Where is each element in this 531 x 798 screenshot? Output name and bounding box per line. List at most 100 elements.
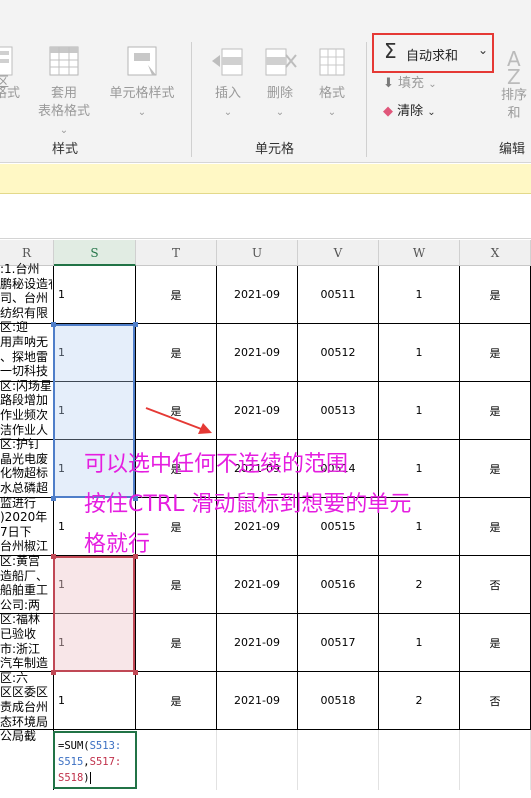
delete-cells-button[interactable]: 删除 ⌄ [258,45,302,122]
chevron-down-icon: ⌄ [59,125,69,136]
chevron-down-icon: ⌄ [223,107,233,118]
notification-bar [0,164,531,194]
cell-r-text-line: 、探地雷 [0,349,49,364]
cell-t[interactable]: 是 [136,672,217,730]
cell-r-text-line: 晶光电废 [0,451,49,466]
selection-handle[interactable] [51,496,56,501]
selection-handle[interactable] [51,670,56,675]
sigma-icon: Σ [384,39,397,63]
cell-v[interactable]: 00512 [298,324,379,382]
column-header-v[interactable]: V [298,240,379,266]
cell-r-text-line: 区:迎 [0,320,29,335]
empty-cell[interactable] [460,730,531,790]
selection-range-red[interactable] [53,556,135,672]
formula-ref-range-2-end: S518 [58,772,84,784]
cell-r-text-line: 鹏秘设造有 [0,276,52,291]
cell-u[interactable]: 2021-09 [217,382,298,440]
cell-u[interactable]: 2021-09 [217,614,298,672]
cell-u[interactable]: 2021-09 [217,266,298,324]
active-formula-cell[interactable]: =SUM(S513: S515,S517: S518) [53,731,137,789]
annotation-arrow-icon [145,407,212,434]
cell-w[interactable]: 1 [379,266,460,324]
cell-w[interactable]: 1 [379,382,460,440]
cell-u[interactable]: 2021-09 [217,324,298,382]
cell-r-text-line: 洁作业人 [0,422,49,437]
editing-group-label: 编辑 [499,142,526,157]
column-header-u[interactable]: U [217,240,298,266]
fill-label: 填充 [398,76,425,91]
formula-ref-range-1-start: S513: [89,740,122,752]
cell-x[interactable]: 是 [460,614,531,672]
cell-styles-label: 单元格样式 [109,86,175,101]
cell-x[interactable]: 是 [460,266,531,324]
selection-handle[interactable] [51,322,56,327]
cell-u[interactable]: 2021-09 [217,556,298,614]
cell-styles-button[interactable]: 单元格样式 ⌄ [103,45,181,122]
cell-x[interactable]: 是 [460,498,531,556]
cell-r-text-line: 公司:两 [0,597,41,612]
formula-ref-range-1-end: S515 [58,756,84,768]
empty-cell[interactable] [136,730,217,790]
cell-v[interactable]: 00511 [298,266,379,324]
cell-w[interactable]: 2 [379,556,460,614]
autosum-label: 自动求和 [406,49,459,64]
cell-x[interactable]: 是 [460,440,531,498]
cell-r-text-line: 路段增加 [0,393,49,408]
autosum-button[interactable]: Σ 自动求和 ⌄ [372,33,494,73]
empty-cell[interactable] [379,730,460,790]
annotation-line-1: 可以选中任何不连续的范围 [84,452,349,477]
cell-v[interactable]: 00518 [298,672,379,730]
cell-x[interactable]: 否 [460,556,531,614]
ribbon: 格式 区 套用 表格格式 ⌄ 单元格样式 ⌄ 样式 插入 ⌄ 删除 ⌄ 格式 ⌄… [0,0,531,163]
cell-styles-icon [127,46,157,76]
empty-cell[interactable] [217,730,298,790]
clear-label: 清除 [397,104,424,119]
cell-t[interactable]: 是 [136,324,217,382]
cell-s[interactable]: 1 [54,672,136,730]
selection-handle[interactable] [133,322,138,327]
sort-filter-button[interactable]: 排序和 [497,87,531,123]
column-header-w[interactable]: W [379,240,460,266]
cell-r-text-line: 汽车制造 [0,656,49,671]
formula-prefix: =SUM( [58,740,90,752]
cell-r-text-line: 用声呐无 [0,335,49,349]
fill-button[interactable]: ⬇ 填充 ⌄ [383,75,437,94]
cell-x[interactable]: 是 [460,382,531,440]
empty-cell[interactable] [298,730,379,790]
column-header-t[interactable]: T [136,240,217,266]
cell-v[interactable]: 00513 [298,382,379,440]
cell-x[interactable]: 是 [460,324,531,382]
cell-r-text-line: 一切科技 [0,364,49,379]
format-cells-button[interactable]: 格式 ⌄ [310,45,354,122]
cell-t[interactable]: 是 [136,614,217,672]
cell-t[interactable]: 是 [136,266,217,324]
cells-group-label: 单元格 [255,142,295,157]
sort-filter-icon: AZ [507,47,521,89]
cell-r-text-line: 责成台州 [0,700,49,714]
cell-x[interactable]: 否 [460,672,531,730]
cell-w[interactable]: 1 [379,324,460,382]
table-grid-icon [49,46,79,76]
cell-r-text-line: 司、台州 [0,291,49,306]
chevron-down-icon: ⌄ [427,107,436,118]
cell-u[interactable]: 2021-09 [217,672,298,730]
cell-r-text-line: 7日下 [0,524,32,539]
selection-handle[interactable] [51,554,56,559]
column-header-s[interactable]: S [54,240,136,266]
cell-v[interactable]: 00517 [298,614,379,672]
cell-w[interactable]: 1 [379,614,460,672]
cell-s[interactable]: 1 [54,266,136,324]
column-header-x[interactable]: X [460,240,531,266]
cell-t[interactable]: 是 [136,556,217,614]
clear-button[interactable]: ◆ 清除 ⌄ [383,103,436,122]
insert-cells-button[interactable]: 插入 ⌄ [206,45,250,122]
cell-v[interactable]: 00516 [298,556,379,614]
chevron-down-icon: ⌄ [478,43,489,57]
format-as-table-label-1: 套用 [50,86,77,101]
cell-w[interactable]: 2 [379,672,460,730]
cell-r-text-line: 区:福林 [0,612,41,627]
format-as-table-button[interactable]: 套用 表格格式 ⌄ [38,45,90,140]
ribbon-separator [191,42,192,157]
cell-r-text-line: 台州椒江 [0,539,49,554]
selection-handle[interactable] [133,670,138,675]
